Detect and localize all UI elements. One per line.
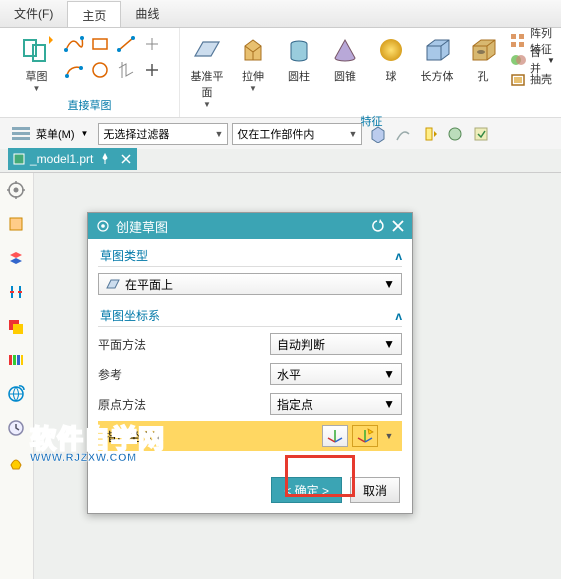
chevron-down-icon: ▼ bbox=[383, 367, 395, 381]
constraint-icon[interactable] bbox=[7, 283, 27, 303]
lamp-icon[interactable] bbox=[7, 453, 27, 473]
assembly-icon[interactable] bbox=[7, 249, 27, 269]
tool-icon-5[interactable] bbox=[470, 123, 492, 145]
close-icon[interactable] bbox=[121, 154, 131, 164]
spline-icon[interactable] bbox=[62, 32, 86, 56]
tool-icon-4[interactable] bbox=[444, 123, 466, 145]
group-label-feature: 特征 bbox=[360, 111, 382, 131]
tab-curve[interactable]: 曲线 bbox=[121, 0, 173, 27]
tool-icon-3[interactable] bbox=[418, 123, 440, 145]
ok-button[interactable]: < 确定 > bbox=[271, 477, 342, 503]
sketch-label: 草图 bbox=[26, 68, 48, 84]
gear-icon bbox=[96, 219, 110, 233]
chevron-down-icon: ▼ bbox=[215, 129, 224, 139]
filter-dropdown[interactable]: 无选择过滤器▼ bbox=[98, 123, 228, 145]
cylinder-icon bbox=[283, 34, 315, 66]
sketch-button[interactable]: 草图 ▼ bbox=[16, 32, 58, 95]
file-tab[interactable]: _model1.prt bbox=[8, 148, 137, 170]
plane-type-icon bbox=[105, 276, 121, 292]
sidebar bbox=[0, 173, 34, 579]
menu-button[interactable]: 菜单(M)▼ bbox=[4, 122, 94, 146]
extrude-button[interactable]: 拉伸▼ bbox=[232, 32, 274, 95]
hole-button[interactable]: 孔 bbox=[462, 32, 504, 86]
cone-icon bbox=[329, 34, 361, 66]
datum-plane-button[interactable]: 基准平面▼ bbox=[186, 32, 228, 111]
chevron-down-icon: ▼ bbox=[349, 129, 358, 139]
polyline-icon[interactable] bbox=[114, 58, 138, 82]
chevron-down-icon: ▼ bbox=[383, 277, 395, 291]
sketch-type-dropdown[interactable]: 在平面上 ▼ bbox=[98, 273, 402, 295]
close-icon[interactable] bbox=[392, 220, 404, 232]
extrude-icon bbox=[237, 34, 269, 66]
sphere-icon bbox=[375, 34, 407, 66]
specify-csys-row: 指定坐标系 ▼ bbox=[98, 421, 402, 451]
file-tab-bar: _model1.prt bbox=[0, 149, 561, 173]
menu-icon bbox=[10, 125, 32, 143]
history-icon[interactable] bbox=[7, 419, 27, 439]
csys-more-dropdown[interactable]: ▼ bbox=[382, 431, 396, 441]
file-name: _model1.prt bbox=[30, 152, 93, 166]
menu-bar: 文件(F) 主页 曲线 bbox=[0, 0, 561, 28]
merge-icon bbox=[510, 52, 526, 68]
chevron-down-icon: ▼ bbox=[383, 397, 395, 411]
palette-icon[interactable] bbox=[7, 351, 27, 371]
origin-method-dropdown[interactable]: 指定点▼ bbox=[270, 393, 402, 415]
csys-pick-button[interactable] bbox=[322, 425, 348, 447]
cuboid-button[interactable]: 长方体 bbox=[416, 32, 458, 86]
plus-icon[interactable] bbox=[140, 58, 164, 82]
group-label-sketch: 直接草图 bbox=[68, 95, 112, 115]
pin-icon[interactable] bbox=[99, 153, 111, 165]
csys-auto-button[interactable] bbox=[352, 425, 378, 447]
sphere-button[interactable]: 球 bbox=[370, 32, 412, 86]
create-sketch-dialog: 创建草图 草图类型 ʌ 在平面上 ▼ 草图坐标系 ʌ 平面方法 bbox=[87, 212, 413, 514]
cone-button[interactable]: 圆锥 bbox=[324, 32, 366, 86]
chevron-up-icon: ʌ bbox=[395, 249, 402, 263]
shell-button[interactable]: 抽壳 bbox=[508, 70, 557, 88]
hole-icon bbox=[467, 34, 499, 66]
plane-method-dropdown[interactable]: 自动判断▼ bbox=[270, 333, 402, 355]
point-icon[interactable] bbox=[140, 32, 164, 56]
tool-icon-2[interactable] bbox=[392, 123, 414, 145]
reference-label: 参考 bbox=[98, 366, 264, 383]
tab-home[interactable]: 主页 bbox=[67, 1, 121, 27]
rectangle-icon[interactable] bbox=[88, 32, 112, 56]
arc-icon[interactable] bbox=[62, 58, 86, 82]
pattern-icon bbox=[510, 33, 526, 49]
cuboid-icon bbox=[421, 34, 453, 66]
chevron-up-icon: ʌ bbox=[395, 309, 402, 323]
shell-icon bbox=[510, 71, 526, 87]
merge-button[interactable]: 合并▼ bbox=[508, 51, 557, 69]
specify-csys-label: 指定坐标系 bbox=[104, 428, 318, 445]
origin-method-label: 原点方法 bbox=[98, 396, 264, 413]
plane-method-label: 平面方法 bbox=[98, 336, 264, 353]
tab-file[interactable]: 文件(F) bbox=[0, 0, 67, 27]
line-icon[interactable] bbox=[114, 32, 138, 56]
scope-dropdown[interactable]: 仅在工作部件内▼ bbox=[232, 123, 362, 145]
nav-icon[interactable] bbox=[7, 215, 27, 235]
reset-icon[interactable] bbox=[370, 219, 384, 233]
section-csys-header[interactable]: 草图坐标系 ʌ bbox=[98, 305, 402, 327]
settings-icon[interactable] bbox=[7, 181, 27, 201]
sketch-icon bbox=[21, 34, 53, 66]
cylinder-button[interactable]: 圆柱 bbox=[278, 32, 320, 86]
dialog-title-bar[interactable]: 创建草图 bbox=[88, 213, 412, 239]
cancel-button[interactable]: 取消 bbox=[350, 477, 400, 503]
chevron-down-icon: ▼ bbox=[383, 337, 395, 351]
section-type-header[interactable]: 草图类型 ʌ bbox=[98, 245, 402, 267]
layer-icon[interactable] bbox=[7, 317, 27, 337]
reference-dropdown[interactable]: 水平▼ bbox=[270, 363, 402, 385]
web-icon[interactable] bbox=[7, 385, 27, 405]
datum-plane-icon bbox=[191, 34, 223, 66]
filter-bar: 菜单(M)▼ 无选择过滤器▼ 仅在工作部件内▼ bbox=[0, 118, 561, 150]
dialog-title: 创建草图 bbox=[116, 217, 168, 236]
part-icon bbox=[12, 152, 26, 166]
ribbon: 草图 ▼ 直接草图 基准平面▼ 拉伸 bbox=[0, 28, 561, 118]
circle-icon[interactable] bbox=[88, 58, 112, 82]
